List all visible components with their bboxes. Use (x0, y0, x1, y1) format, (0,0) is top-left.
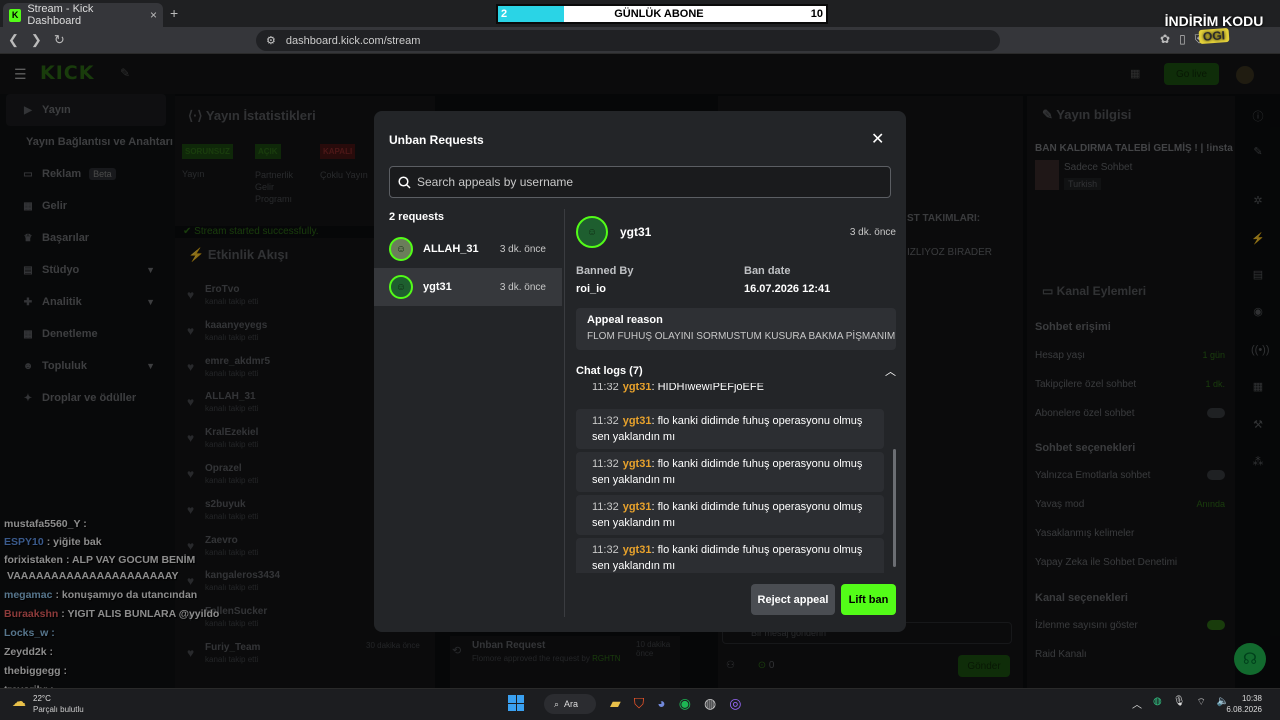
back-icon[interactable]: ❮ (8, 32, 19, 48)
chat-log-entry: 11:32 ygt31: flo kanki didimde fuhuş oper… (576, 495, 884, 535)
chat-logs-label: Chat logs (7) (576, 365, 643, 377)
browser-tab[interactable]: K Stream - Kick Dashboard × (3, 3, 163, 27)
request-item-selected[interactable]: ☺ ygt31 3 dk. önce (374, 268, 562, 306)
request-count: 2 requests (389, 211, 445, 223)
lift-ban-button[interactable]: Lift ban (841, 584, 896, 615)
request-username: ygt31 (423, 281, 452, 293)
url-text: dashboard.kick.com/stream (285, 34, 421, 47)
banned-by-value: roi_io (576, 283, 606, 295)
request-item[interactable]: ☺ ALLAH_31 3 dk. önce (374, 230, 562, 268)
avatar: ☺ (389, 237, 413, 261)
sub-goal-target: 10 (810, 8, 823, 20)
clock-time: 10:38 (1241, 694, 1262, 703)
search-field[interactable] (389, 166, 891, 198)
clock-date: 6.08.2026 (1226, 705, 1262, 714)
close-icon[interactable]: ✕ (871, 129, 884, 149)
weather-icon: ☁ (12, 693, 26, 709)
taskbar-apps: ▰ ⛉ ◕ ◉ ◍ ◎ (610, 695, 741, 712)
log-time: 11:32 (592, 544, 619, 556)
new-tab-button[interactable]: + (170, 5, 178, 21)
request-time: 3 dk. önce (499, 243, 546, 255)
log-user: ygt31 (622, 383, 652, 393)
chat-logs-list[interactable]: 11:32 ygt31: HIDHıwewıPEFjoEFE 11:32 ygt31… (576, 383, 896, 573)
unban-requests-modal: Unban Requests ✕ 2 requests ☺ ALLAH_31 3… (374, 111, 906, 632)
weather-temp: 22°C (33, 694, 51, 703)
obs-icon[interactable]: ◎ (729, 695, 741, 712)
kick-favicon-icon: K (9, 8, 22, 22)
log-time: 11:32 (592, 501, 619, 513)
log-user: ygt31 (622, 415, 652, 427)
chat-logs-header[interactable]: Chat logs (7) ︿ (576, 362, 896, 380)
site-info-icon[interactable]: ⚙ (266, 34, 276, 47)
modal-title: Unban Requests (389, 133, 484, 147)
tray-app-icon[interactable]: ◍ (1153, 696, 1162, 711)
chevron-up-icon[interactable]: ︿ (885, 363, 896, 379)
search-icon (398, 175, 411, 189)
tab-close-icon[interactable]: × (150, 8, 157, 22)
chevron-up-icon[interactable]: ︿ (1132, 696, 1142, 711)
log-time: 11:32 (592, 415, 619, 427)
divider (564, 209, 565, 617)
log-user: ygt31 (622, 501, 652, 513)
sub-goal-current: 2 (501, 8, 508, 20)
taskbar-search[interactable]: ⌕ Ara (544, 694, 596, 714)
chat-log-entry: 11:32 ygt31: flo kanki didimde fuhuş oper… (576, 538, 884, 573)
detail-time: 3 dk. önce (849, 226, 896, 238)
app-icon[interactable]: ◍ (704, 695, 716, 712)
detail-header: ☺ ygt31 3 dk. önce (576, 215, 896, 249)
daily-sub-goal-bar: 2 GÜNLÜK ABONE 10 (496, 4, 828, 24)
brave-icon[interactable]: ⛉ (634, 695, 645, 712)
log-time: 11:32 (592, 458, 619, 470)
detail-username: ygt31 (620, 225, 652, 239)
url-field[interactable]: ⚙ dashboard.kick.com/stream (256, 30, 1000, 51)
avatar: ☺ (576, 216, 608, 248)
scrollbar[interactable] (893, 449, 896, 567)
request-username: ALLAH_31 (423, 243, 479, 255)
avatar: ☺ (389, 275, 413, 299)
reload-icon[interactable]: ↻ (54, 32, 65, 48)
tab-title: Stream - Kick Dashboard (27, 3, 94, 27)
search-icon: ⌕ (554, 698, 560, 709)
appeal-reason-label: Appeal reason (587, 314, 663, 326)
spotify-icon[interactable]: ◉ (679, 695, 691, 712)
weather-desc: Parçalı bulutlu (33, 705, 84, 714)
appeal-reason-box: Appeal reason FLOM FUHUŞ OLAYINI SORMUST… (576, 308, 896, 350)
chat-log-entry: 11:32 ygt31: HIDHıwewıPEFjoEFE (576, 383, 884, 399)
sub-goal-title: GÜNLÜK ABONE (614, 8, 704, 20)
promo-code: OGI (1198, 27, 1230, 45)
chat-log-entry: 11:32 ygt31: flo kanki didimde fuhuş oper… (576, 409, 884, 449)
ban-date-value: 16.07.2026 12:41 (744, 283, 831, 295)
ban-date-label: Ban date (744, 265, 791, 277)
reject-appeal-button[interactable]: Reject appeal (751, 584, 835, 615)
wifi-icon[interactable]: ⌔ (1196, 696, 1205, 711)
forward-icon[interactable]: ❯ (31, 32, 42, 48)
clock[interactable]: 10:38 6.08.2026 (1222, 693, 1262, 715)
folder-icon[interactable]: ▰ (610, 695, 621, 712)
chat-log-entry: 11:32 ygt31: flo kanki didimde fuhuş oper… (576, 452, 884, 492)
system-tray: ︿ ◍ 🎙 ⌔ 🔈 (1132, 696, 1229, 711)
discord-icon[interactable]: ◕ (657, 695, 665, 712)
promo-overlay: İNDİRİM KODU OGI (1156, 13, 1272, 45)
mic-icon[interactable]: 🎙 (1173, 696, 1186, 711)
taskbar-search-label: Ara (564, 699, 579, 709)
banned-by-label: Banned By (576, 265, 634, 277)
log-user: ygt31 (622, 544, 652, 556)
request-time: 3 dk. önce (499, 281, 546, 293)
windows-start-icon[interactable] (508, 695, 524, 711)
log-message: : HIDHıwewıPEFjoEFE (651, 383, 764, 393)
search-input[interactable] (417, 175, 887, 189)
appeal-reason-text: FLOM FUHUŞ OLAYINI SORMUSTUM KUSURA BAKM… (587, 331, 896, 342)
nav-buttons: ❮ ❯ ↻ (8, 32, 65, 48)
log-time: 11:32 (592, 383, 619, 393)
log-user: ygt31 (622, 458, 652, 470)
promo-title: İNDİRİM KODU (1164, 13, 1264, 29)
